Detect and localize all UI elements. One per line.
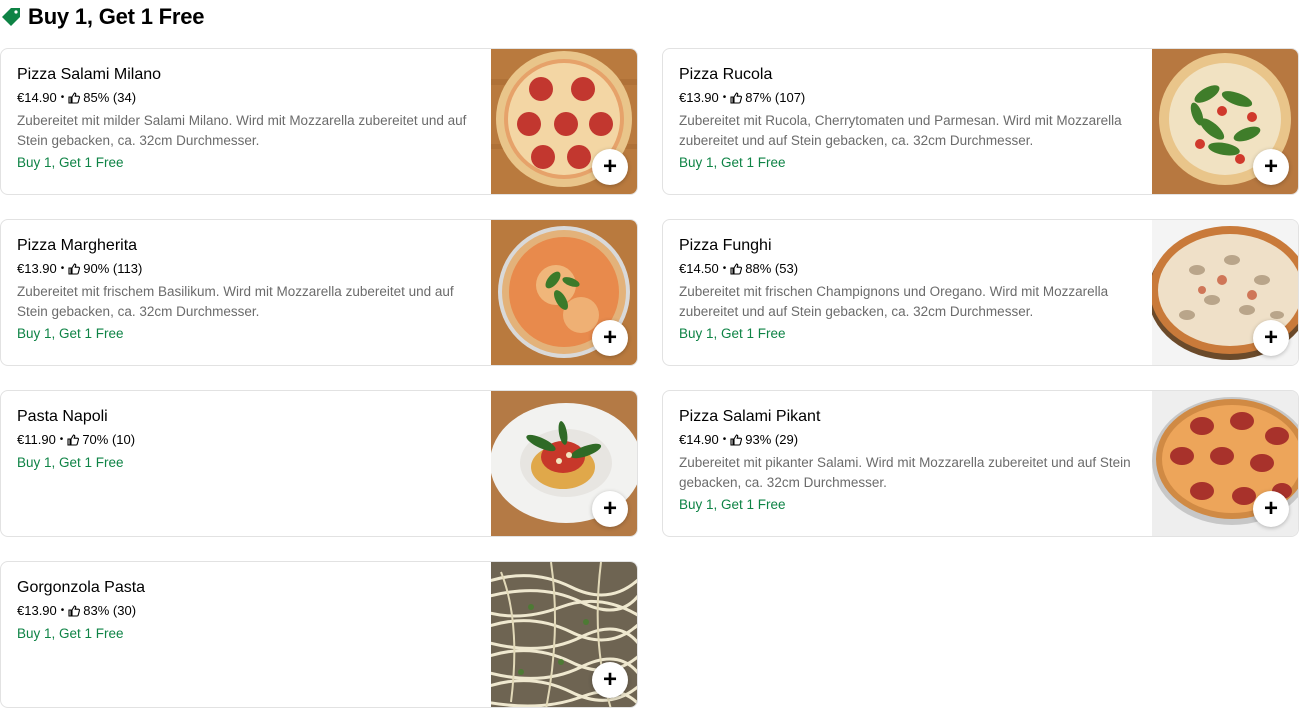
item-description: Zubereitet mit frischen Champignons und … bbox=[679, 284, 1109, 319]
menu-item-card[interactable]: Pizza Salami Pikant €14.90 • 93% (29) Zu… bbox=[662, 390, 1299, 537]
meta-separator: • bbox=[722, 263, 727, 274]
thumbs-up-icon bbox=[68, 605, 81, 617]
item-description: Zubereitet mit pikanter Salami. Wird mit… bbox=[679, 455, 1131, 490]
meta-separator: • bbox=[60, 263, 65, 274]
item-name: Gorgonzola Pasta bbox=[17, 579, 146, 596]
item-promo: Buy 1, Get 1 Free bbox=[17, 455, 124, 470]
item-name: Pizza Funghi bbox=[679, 237, 772, 254]
item-meta: €13.90 • 90% (113) bbox=[17, 260, 471, 278]
meta-separator: • bbox=[59, 434, 64, 445]
meta-separator: • bbox=[60, 92, 65, 103]
item-price: €13.90 bbox=[17, 603, 57, 618]
item-name: Pizza Margherita bbox=[17, 237, 138, 254]
item-rating: 70% (10) bbox=[82, 432, 136, 447]
item-rating: 90% (113) bbox=[83, 261, 143, 276]
add-to-cart-button[interactable]: + bbox=[592, 662, 628, 698]
item-price: €13.90 bbox=[17, 261, 57, 276]
item-name: Pasta Napoli bbox=[17, 408, 108, 425]
thumbs-up-icon bbox=[67, 434, 80, 446]
add-to-cart-button[interactable]: + bbox=[1253, 491, 1289, 527]
thumbs-up-icon bbox=[730, 92, 743, 104]
meta-separator: • bbox=[722, 92, 727, 103]
thumbs-up-icon bbox=[68, 92, 81, 104]
add-to-cart-button[interactable]: + bbox=[1253, 320, 1289, 356]
menu-item-card[interactable]: Pasta Napoli €11.90 • 70% (10) Buy 1, Ge… bbox=[0, 390, 638, 537]
item-name: Pizza Salami Pikant bbox=[679, 408, 821, 425]
section-header: Buy 1, Get 1 Free bbox=[0, 2, 205, 32]
item-meta: €11.90 • 70% (10) bbox=[17, 431, 471, 449]
item-price: €14.50 bbox=[679, 261, 719, 276]
item-promo: Buy 1, Get 1 Free bbox=[17, 626, 124, 641]
thumbs-up-icon bbox=[730, 263, 743, 275]
thumbs-up-icon bbox=[730, 434, 743, 446]
menu-item-card[interactable]: Pizza Salami Milano €14.90 • 85% (34) Zu… bbox=[0, 48, 638, 195]
item-rating: 83% (30) bbox=[83, 603, 137, 618]
item-name: Pizza Rucola bbox=[679, 66, 773, 83]
item-rating: 93% (29) bbox=[745, 432, 799, 447]
item-meta: €14.90 • 93% (29) bbox=[679, 431, 1132, 449]
item-meta: €14.50 • 88% (53) bbox=[679, 260, 1132, 278]
meta-separator: • bbox=[60, 605, 65, 616]
item-price: €13.90 bbox=[679, 90, 719, 105]
item-rating: 88% (53) bbox=[745, 261, 799, 276]
add-to-cart-button[interactable]: + bbox=[592, 320, 628, 356]
item-description: Zubereitet mit Rucola, Cherrytomaten und… bbox=[679, 113, 1122, 148]
menu-item-card[interactable]: Pizza Funghi €14.50 • 88% (53) Zubereite… bbox=[662, 219, 1299, 366]
item-description: Zubereitet mit frischem Basilikum. Wird … bbox=[17, 284, 454, 319]
menu-item-card[interactable]: Gorgonzola Pasta €13.90 • 83% (30) Buy 1… bbox=[0, 561, 638, 708]
tag-icon bbox=[0, 6, 22, 28]
item-promo: Buy 1, Get 1 Free bbox=[679, 326, 786, 341]
thumbs-up-icon bbox=[68, 263, 81, 275]
item-meta: €13.90 • 87% (107) bbox=[679, 89, 1132, 107]
menu-item-card[interactable]: Pizza Margherita €13.90 • 90% (113) Zube… bbox=[0, 219, 638, 366]
item-meta: €14.90 • 85% (34) bbox=[17, 89, 471, 107]
section-title: Buy 1, Get 1 Free bbox=[28, 4, 205, 29]
item-price: €11.90 bbox=[17, 432, 56, 447]
item-rating: 85% (34) bbox=[83, 90, 137, 105]
add-to-cart-button[interactable]: + bbox=[592, 491, 628, 527]
meta-separator: • bbox=[722, 434, 727, 445]
item-rating: 87% (107) bbox=[745, 90, 806, 105]
item-price: €14.90 bbox=[17, 90, 57, 105]
item-meta: €13.90 • 83% (30) bbox=[17, 602, 471, 620]
add-to-cart-button[interactable]: + bbox=[1253, 149, 1289, 185]
item-promo: Buy 1, Get 1 Free bbox=[17, 155, 124, 170]
menu-item-card[interactable]: Pizza Rucola €13.90 • 87% (107) Zubereit… bbox=[662, 48, 1299, 195]
add-to-cart-button[interactable]: + bbox=[592, 149, 628, 185]
item-promo: Buy 1, Get 1 Free bbox=[679, 497, 786, 512]
item-promo: Buy 1, Get 1 Free bbox=[17, 326, 124, 341]
item-name: Pizza Salami Milano bbox=[17, 66, 162, 83]
item-description: Zubereitet mit milder Salami Milano. Wir… bbox=[17, 113, 467, 148]
item-price: €14.90 bbox=[679, 432, 719, 447]
item-promo: Buy 1, Get 1 Free bbox=[679, 155, 786, 170]
